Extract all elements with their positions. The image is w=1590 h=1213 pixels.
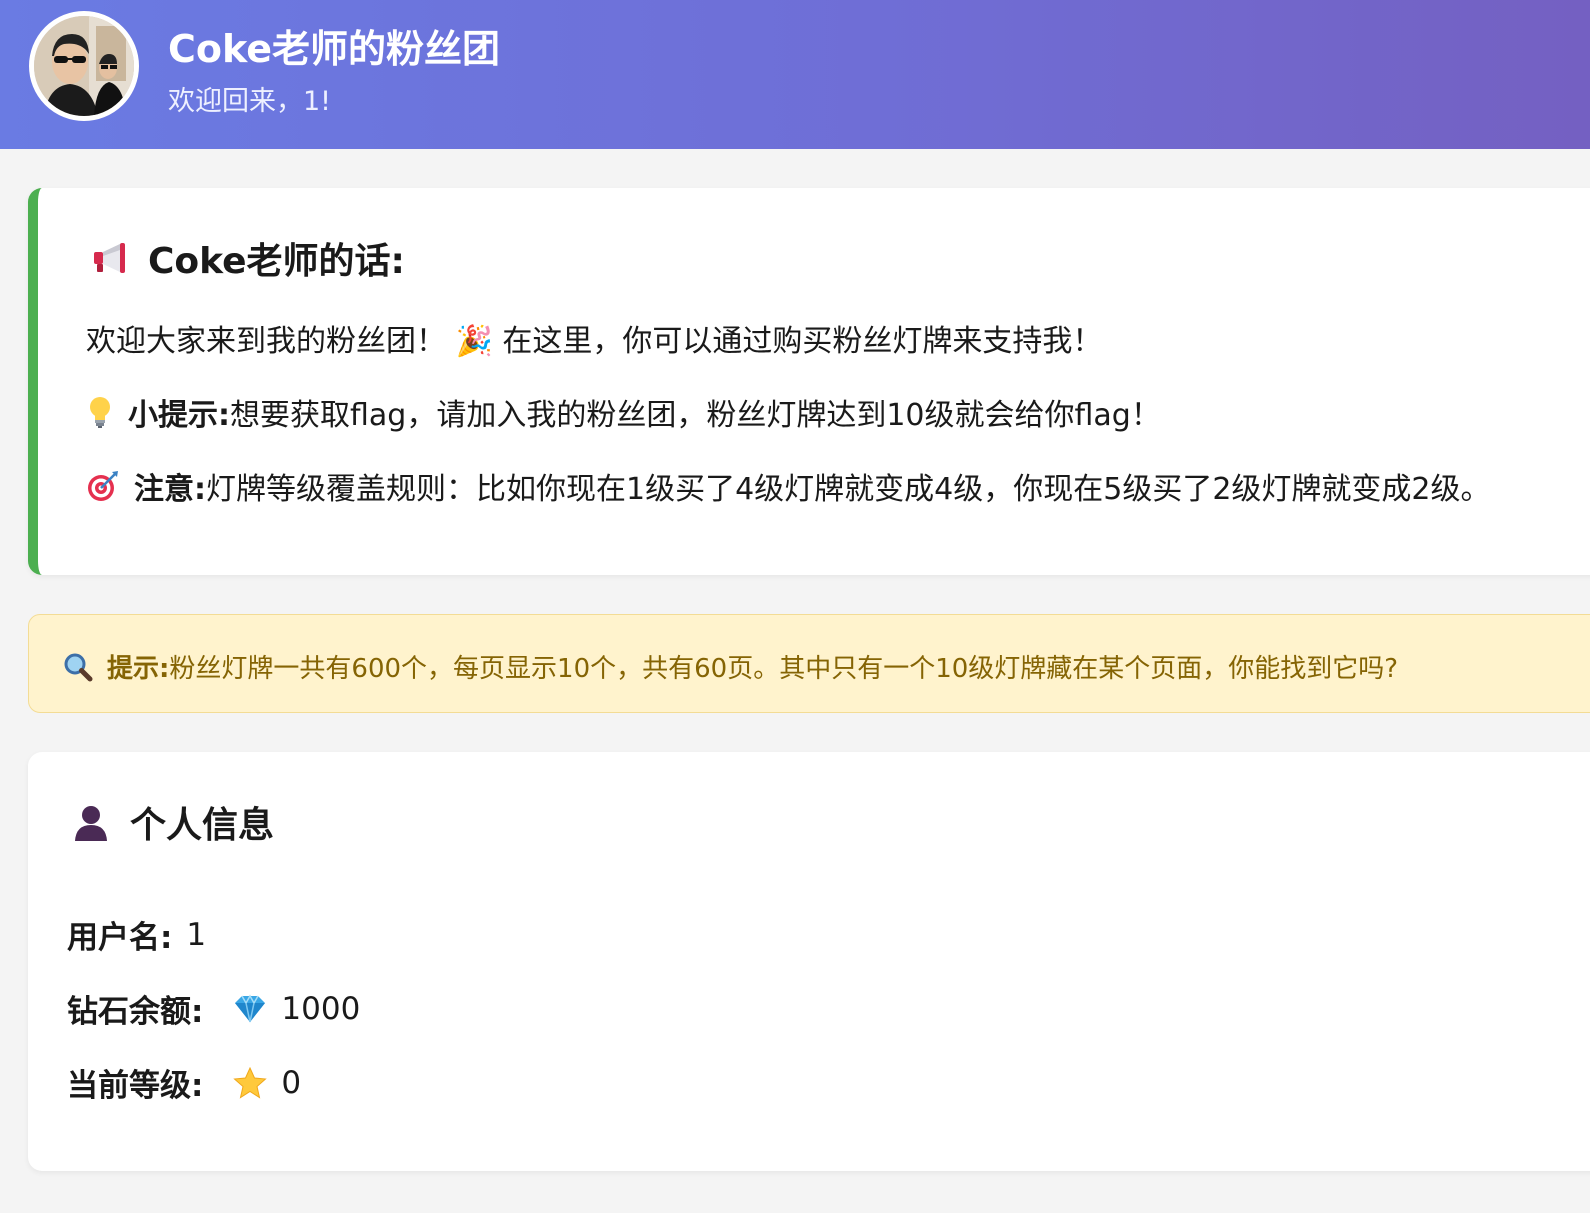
note-text: 灯牌等级覆盖规则：比如你现在1级买了4级灯牌就变成4级，你现在5级买了2级灯牌就… — [206, 472, 1491, 507]
diamond-balance-row: 钻石余额: 1000 — [67, 986, 360, 1031]
level-label: 当前等级: — [67, 1068, 204, 1104]
username-label: 用户名: — [67, 920, 173, 956]
light-bulb-icon — [86, 395, 114, 429]
hint-line: 提示: 粉丝灯牌一共有600个，每页显示10个，共有60页。其中只有一个10级灯… — [63, 648, 1398, 685]
level-value: 0 — [281, 1064, 302, 1101]
note-label: 注意: — [134, 472, 206, 507]
user-silhouette-icon — [72, 803, 110, 841]
diamond-value: 1000 — [281, 990, 361, 1027]
hint-label: 提示: — [107, 654, 170, 684]
tip-text: 想要获取flag，请加入我的粉丝团，粉丝灯牌达到10级就会给你flag！ — [230, 398, 1161, 433]
star-icon — [233, 1066, 268, 1099]
hint-text: 粉丝灯牌一共有600个，每页显示10个，共有60页。其中只有一个10级灯牌藏在某… — [169, 654, 1399, 684]
magnifier-icon — [63, 652, 93, 682]
app-title: Coke老师的粉丝团 — [168, 27, 501, 71]
tip-line: 小提示: 想要获取flag，请加入我的粉丝团，粉丝灯牌达到10级就会给你flag… — [86, 390, 1161, 434]
page-header: Coke老师的粉丝团 欢迎回来，1! — [0, 0, 1590, 149]
welcome-message: 欢迎回来，1! — [168, 86, 332, 117]
megaphone-icon — [90, 240, 130, 276]
diamond-label: 钻石余额: — [67, 994, 204, 1030]
target-icon — [86, 469, 120, 503]
avatar — [29, 11, 139, 121]
teacher-message-title: Coke老师的话: — [90, 232, 405, 284]
username-row: 用户名: 1 — [67, 912, 206, 957]
profile-title: 个人信息 — [72, 796, 274, 848]
user-avatar-photo — [34, 16, 134, 116]
hint-box: 提示: 粉丝灯牌一共有600个，每页显示10个，共有60页。其中只有一个10级灯… — [28, 614, 1590, 713]
profile-title-text: 个人信息 — [130, 805, 275, 846]
username-value: 1 — [186, 916, 207, 953]
teacher-message-title-text: Coke老师的话: — [148, 241, 405, 282]
note-line: 注意: 灯牌等级覆盖规则：比如你现在1级买了4级灯牌就变成4级，你现在5级买了2… — [86, 464, 1491, 508]
diamond-icon — [233, 993, 267, 1024]
current-level-row: 当前等级: 0 — [67, 1060, 301, 1105]
welcome-line: 欢迎大家来到我的粉丝团！ 🎉 在这里，你可以通过购买粉丝灯牌来支持我！ — [86, 324, 1103, 359]
profile-card: 个人信息 用户名: 1 钻石余额: 1000 当前等级: 0 — [28, 752, 1590, 1171]
teacher-message-card: Coke老师的话: 欢迎大家来到我的粉丝团！ 🎉 在这里，你可以通过购买粉丝灯牌… — [28, 188, 1590, 575]
tip-label: 小提示: — [128, 398, 230, 433]
